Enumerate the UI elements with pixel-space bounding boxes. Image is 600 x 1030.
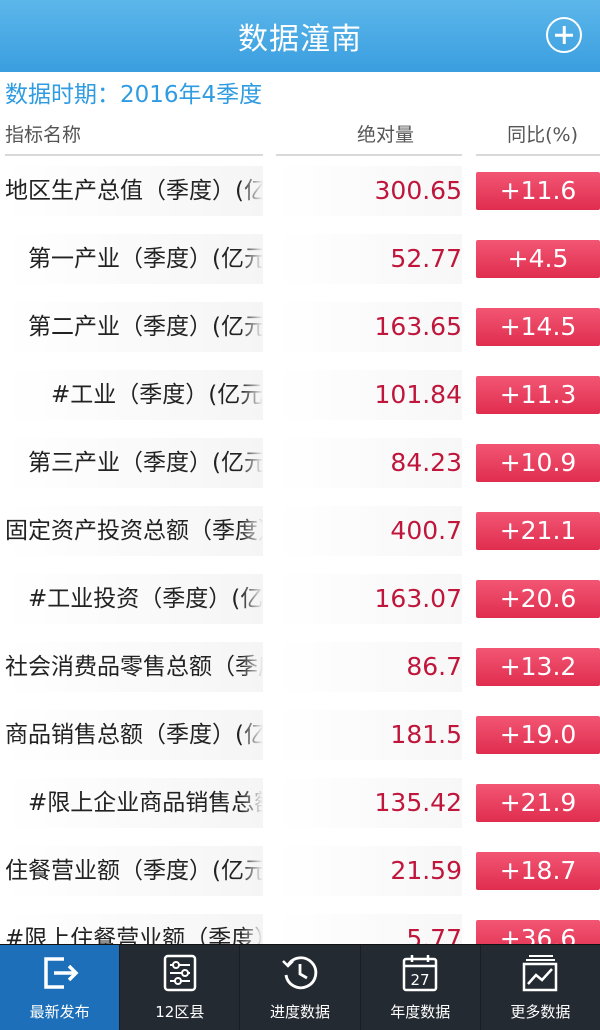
indicator-name: #限上企业商品销售总额 [5, 778, 263, 828]
table-row[interactable]: 第二产业（季度）(亿元) 163.65 +14.5 [0, 296, 600, 364]
table-row[interactable]: #限上住餐营业额（季度） 5.77 +36.6 [0, 908, 600, 944]
indicator-value: 84.23 [276, 438, 462, 488]
calendar-icon: 27 [402, 955, 438, 992]
app-title: 数据潼南 [238, 22, 362, 57]
chart-stack-icon [523, 955, 558, 992]
table-row[interactable]: #工业投资（季度）(亿元) 163.07 +20.6 [0, 568, 600, 636]
table-row[interactable]: 固定资产投资总额（季度） 400.7 +21.1 [0, 500, 600, 568]
data-period: 数据时期：2016年4季度 [5, 82, 263, 108]
indicator-value: 400.7 [276, 506, 462, 556]
plus-circle-icon[interactable] [546, 17, 582, 53]
table-row[interactable]: 商品销售总额（季度）(亿元) 181.5 +19.0 [0, 704, 600, 772]
growth-badge: +21.1 [476, 512, 600, 550]
indicator-name: 社会消费品零售总额（季度） [5, 642, 263, 692]
indicator-value: 5.77 [276, 914, 462, 944]
growth-badge: +13.2 [476, 648, 600, 686]
column-header-pct: 同比(%) [476, 118, 600, 156]
growth-badge: +18.7 [476, 852, 600, 890]
sliders-icon [163, 954, 197, 992]
svg-text:27: 27 [411, 971, 430, 989]
indicator-value: 163.07 [276, 574, 462, 624]
indicator-list[interactable]: 地区生产总值（季度）(亿元) 300.65 +11.6 第一产业（季度）(亿元)… [0, 160, 600, 944]
indicator-value: 101.84 [276, 370, 462, 420]
tab-annual[interactable]: 27 年度数据 [359, 945, 480, 1030]
table-row[interactable]: #限上企业商品销售总额 135.42 +21.9 [0, 772, 600, 840]
tab-label: 进度数据 [270, 1003, 331, 1021]
table-row[interactable]: 地区生产总值（季度）(亿元) 300.65 +11.6 [0, 160, 600, 228]
growth-badge: +20.6 [476, 580, 600, 618]
indicator-name: #工业投资（季度）(亿元) [5, 574, 263, 624]
tab-districts[interactable]: 12区县 [119, 945, 239, 1030]
indicator-value: 52.77 [276, 234, 462, 284]
app-header: 数据潼南 [0, 0, 600, 72]
indicator-name: 第二产业（季度）(亿元) [5, 302, 263, 352]
tab-label: 年度数据 [390, 1003, 451, 1021]
tab-latest[interactable]: 最新发布 [0, 945, 120, 1030]
table-row[interactable]: 社会消费品零售总额（季度） 86.7 +13.2 [0, 636, 600, 704]
column-header-value: 绝对量 [276, 118, 462, 156]
growth-badge: +11.3 [476, 376, 600, 414]
bottom-tab-bar: 最新发布 12区县 进度数据 27 年度数据 更多数据 [0, 944, 600, 1030]
export-icon [43, 957, 79, 989]
indicator-value: 300.65 [276, 166, 462, 216]
tab-label: 更多数据 [510, 1003, 571, 1021]
table-row[interactable]: 第一产业（季度）(亿元) 52.77 +4.5 [0, 228, 600, 296]
growth-badge: +14.5 [476, 308, 600, 346]
indicator-value: 163.65 [276, 302, 462, 352]
indicator-value: 135.42 [276, 778, 462, 828]
indicator-name: 固定资产投资总额（季度） [5, 506, 263, 556]
growth-badge: +21.9 [476, 784, 600, 822]
growth-badge: +19.0 [476, 716, 600, 754]
tab-more[interactable]: 更多数据 [479, 945, 600, 1030]
growth-badge: +10.9 [476, 444, 600, 482]
indicator-name: 商品销售总额（季度）(亿元) [5, 710, 263, 760]
indicator-name: #工业（季度）(亿元) [5, 370, 263, 420]
history-clock-icon [282, 956, 318, 990]
indicator-name: 第一产业（季度）(亿元) [5, 234, 263, 284]
indicator-value: 21.59 [276, 846, 462, 896]
indicator-name: 第三产业（季度）(亿元) [5, 438, 263, 488]
indicator-name: 地区生产总值（季度）(亿元) [5, 166, 263, 216]
table-row[interactable]: 住餐营业额（季度）(亿元) 21.59 +18.7 [0, 840, 600, 908]
tab-label: 12区县 [155, 1003, 205, 1021]
growth-badge: +36.6 [476, 920, 600, 944]
table-row[interactable]: 第三产业（季度）(亿元) 84.23 +10.9 [0, 432, 600, 500]
tab-label: 最新发布 [29, 1003, 90, 1021]
growth-badge: +4.5 [476, 240, 600, 278]
indicator-value: 181.5 [276, 710, 462, 760]
indicator-value: 86.7 [276, 642, 462, 692]
growth-badge: +11.6 [476, 172, 600, 210]
column-header-name: 指标名称 [5, 118, 263, 156]
table-row[interactable]: #工业（季度）(亿元) 101.84 +11.3 [0, 364, 600, 432]
indicator-name: #限上住餐营业额（季度） [5, 914, 263, 944]
indicator-name: 住餐营业额（季度）(亿元) [5, 846, 263, 896]
tab-progress[interactable]: 进度数据 [239, 945, 359, 1030]
